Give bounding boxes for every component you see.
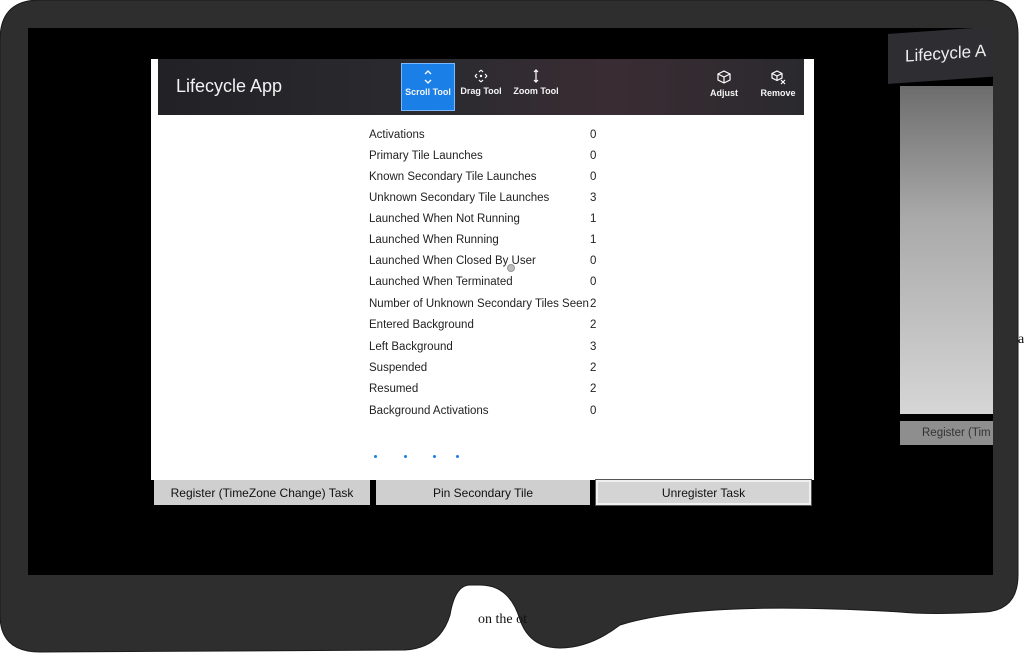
app-title: Lifecycle App [176,76,283,96]
stat-value: 2 [590,383,597,395]
stat-label: Left Background [369,341,453,353]
stat-value: 0 [590,150,597,162]
adjust-button[interactable]: Adjust [703,63,745,109]
register-task-button[interactable]: Register (TimeZone Change) Task [154,480,370,505]
stat-row: Launched When Terminated 0 [369,276,609,296]
gaze-cursor [507,264,515,272]
stat-label: Suspended [369,362,428,374]
stat-label: Entered Background [369,319,474,331]
stat-value: 1 [590,213,597,225]
drag-tool-button[interactable]: Drag Tool [456,63,506,109]
secondary-app-content [900,86,993,414]
stat-label: Launched When Running [369,234,499,246]
stat-label: Known Secondary Tile Launches [369,171,537,183]
stat-value: 2 [590,362,597,374]
stat-row: Launched When Not Running 1 [369,213,609,233]
stat-row: Resumed 2 [369,383,609,403]
remove-label: Remove [760,88,796,98]
stat-label: Unknown Secondary Tile Launches [369,192,550,204]
secondary-app-title-bar: Lifecycle A [888,28,993,84]
stat-value: 0 [590,171,597,183]
stat-row: Entered Background 2 [369,319,609,339]
stat-row: Unknown Secondary Tile Launches 3 [369,192,609,212]
stat-row: Suspended 2 [369,362,609,382]
stat-value: 2 [590,298,597,310]
remove-button[interactable]: Remove [756,63,800,109]
stat-label: Launched When Terminated [369,276,513,288]
loading-progress-dots [371,455,471,459]
stat-label: Number of Unknown Secondary Tiles Seen [369,298,589,310]
stat-value: 1 [590,234,597,246]
zoom-icon [533,69,539,83]
stat-label: Background Activations [369,405,489,417]
stat-value: 0 [590,276,597,288]
scroll-tool-label: Scroll Tool [405,87,451,97]
stat-value: 0 [590,405,597,417]
stat-row: Known Secondary Tile Launches 0 [369,171,609,191]
document-text-fragment-bottom: on the ot [478,612,527,627]
stat-row: Number of Unknown Secondary Tiles Seen 2 [369,298,609,318]
unregister-task-button[interactable]: Unregister Task [595,479,812,506]
headset-viewport: Lifecycle App Scroll Tool Drag Tool Zoom… [28,28,993,575]
adjust-label: Adjust [710,88,738,98]
stat-row: Activations 0 [369,129,609,149]
app-title-bar[interactable]: Lifecycle App Scroll Tool Drag Tool Zoom… [158,59,804,115]
drag-tool-label: Drag Tool [460,86,502,96]
stat-value: 2 [590,319,597,331]
zoom-tool-button[interactable]: Zoom Tool [510,63,562,109]
secondary-register-button[interactable]: Register (Tim [900,421,993,445]
stat-value: 3 [590,341,597,353]
pin-secondary-tile-button[interactable]: Pin Secondary Tile [376,480,590,505]
drag-icon [474,69,488,83]
stat-row: Launched When Closed By User 0 [369,255,609,275]
stat-label: Activations [369,129,425,141]
secondary-app-title: Lifecycle A [905,41,987,66]
stat-label: Resumed [369,383,419,395]
stat-row: Launched When Running 1 [369,234,609,254]
secondary-app-window[interactable]: Lifecycle A Register (Tim [888,28,993,445]
zoom-tool-label: Zoom Tool [513,86,559,96]
stat-row: Left Background 3 [369,341,609,361]
lifecycle-app-window: Lifecycle App Scroll Tool Drag Tool Zoom… [151,59,814,506]
stat-label: Primary Tile Launches [369,150,483,162]
remove-cube-icon [771,70,786,85]
scroll-tool-button[interactable]: Scroll Tool [401,63,455,111]
stat-row: Background Activations 0 [369,405,609,425]
stat-row: Primary Tile Launches 0 [369,150,609,170]
stat-label: Launched When Not Running [369,213,520,225]
stat-value: 0 [590,255,597,267]
scroll-icon [424,70,432,84]
stat-value: 0 [590,129,597,141]
adjust-cube-icon [717,70,731,84]
stat-value: 3 [590,192,597,204]
